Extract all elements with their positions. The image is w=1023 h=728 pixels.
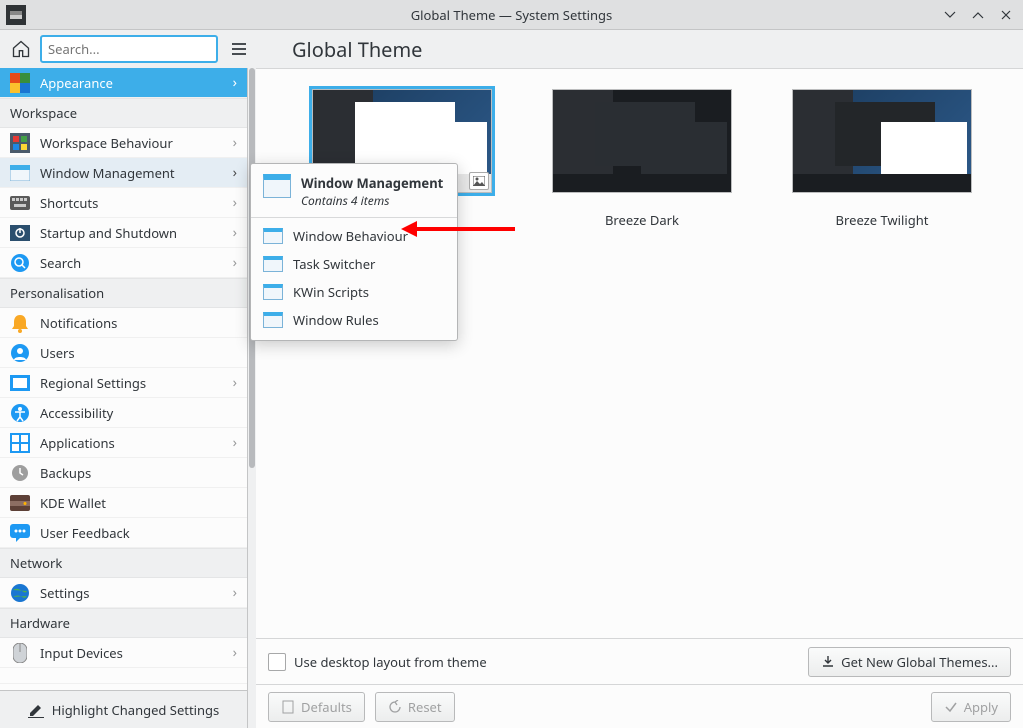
sidebar-item-input-devices[interactable]: Input Devices › <box>0 638 247 668</box>
window-icon <box>263 312 283 328</box>
wallet-icon <box>10 493 30 513</box>
sidebar-item-startup-shutdown[interactable]: Startup and Shutdown › <box>0 218 247 248</box>
sidebar-item-users[interactable]: Users <box>0 338 247 368</box>
preview-image-button[interactable] <box>469 172 489 190</box>
close-button[interactable] <box>999 8 1013 22</box>
sidebar-item-applications[interactable]: Applications › <box>0 428 247 458</box>
theme-breeze-dark[interactable]: Breeze Dark <box>552 89 732 229</box>
chevron-right-icon: › <box>233 193 237 212</box>
popup-header: Window Management Contains 4 items <box>251 170 457 218</box>
highlight-changed-button[interactable]: Highlight Changed Settings <box>0 690 247 728</box>
app-icon <box>6 5 26 25</box>
popup-item-kwin-scripts[interactable]: KWin Scripts <box>251 278 457 306</box>
popup-item-window-behaviour[interactable]: Window Behaviour <box>251 222 457 250</box>
apply-button[interactable]: Apply <box>931 692 1011 722</box>
window-management-icon <box>10 163 30 183</box>
backups-icon <box>10 463 30 483</box>
page-title: Global Theme <box>292 36 422 63</box>
popup-item-window-rules[interactable]: Window Rules <box>251 306 457 334</box>
sidebar-item-backups[interactable]: Backups <box>0 458 247 488</box>
chevron-right-icon: › <box>233 73 237 92</box>
workspace-behaviour-icon <box>10 133 30 153</box>
get-new-themes-button[interactable]: Get New Global Themes... <box>808 647 1011 677</box>
globe-icon <box>10 583 30 603</box>
window-title: Global Theme — System Settings <box>0 6 1023 24</box>
category-hardware: Hardware <box>0 608 247 638</box>
defaults-button[interactable]: Defaults <box>268 692 365 722</box>
mouse-icon <box>10 643 30 663</box>
accessibility-icon <box>10 403 30 423</box>
chevron-right-icon: › <box>233 583 237 602</box>
toolbar: Global Theme <box>0 30 1023 68</box>
applications-icon <box>10 433 30 453</box>
check-icon <box>944 700 958 714</box>
document-icon <box>281 700 295 714</box>
category-network: Network <box>0 548 247 578</box>
window-icon <box>263 256 283 272</box>
sidebar-label: Appearance <box>40 74 223 92</box>
sidebar-item-kde-wallet[interactable]: KDE Wallet <box>0 488 247 518</box>
theme-label: Breeze Dark <box>605 211 679 229</box>
category-workspace: Workspace <box>0 98 247 128</box>
sidebar-item-user-feedback[interactable]: User Feedback <box>0 518 247 548</box>
theme-thumbnail <box>792 89 972 193</box>
users-icon <box>10 343 30 363</box>
sidebar-item-shortcuts[interactable]: Shortcuts › <box>0 188 247 218</box>
window-icon <box>263 174 291 198</box>
options-bar: Use desktop layout from theme Get New Gl… <box>256 638 1023 684</box>
sidebar-item-regional[interactable]: Regional Settings › <box>0 368 247 398</box>
theme-label: Breeze Twilight <box>836 211 929 229</box>
window-icon <box>263 284 283 300</box>
sidebar-item-network-settings[interactable]: Settings › <box>0 578 247 608</box>
sidebar-item-search[interactable]: Search › <box>0 248 247 278</box>
appearance-icon <box>10 73 30 93</box>
chevron-right-icon: › <box>233 223 237 242</box>
popup-item-task-switcher[interactable]: Task Switcher <box>251 250 457 278</box>
maximize-button[interactable] <box>971 8 985 22</box>
chevron-right-icon: › <box>233 133 237 152</box>
chevron-right-icon: › <box>233 253 237 272</box>
sidebar: Appearance › Workspace Workspace Behavio… <box>0 68 248 728</box>
popup-subtitle: Contains 4 items <box>301 192 443 209</box>
search-icon <box>10 253 30 273</box>
sidebar-item-workspace-behaviour[interactable]: Workspace Behaviour › <box>0 128 247 158</box>
home-button[interactable] <box>8 36 34 62</box>
theme-thumbnail <box>552 89 732 193</box>
sidebar-item-window-management[interactable]: Window Management › <box>0 158 247 188</box>
window-icon <box>263 228 283 244</box>
sidebar-item-accessibility[interactable]: Accessibility <box>0 398 247 428</box>
search-input[interactable] <box>40 35 218 63</box>
sidebar-item-clipped[interactable] <box>0 668 247 684</box>
checkbox-icon <box>268 653 286 671</box>
highlighter-icon <box>28 702 44 718</box>
minimize-button[interactable] <box>943 8 957 22</box>
chevron-right-icon: › <box>233 163 237 182</box>
chevron-right-icon: › <box>233 643 237 662</box>
popup-title: Window Management <box>301 174 443 192</box>
notifications-icon <box>10 313 30 333</box>
reset-button[interactable]: Reset <box>375 692 455 722</box>
theme-breeze-twilight[interactable]: Breeze Twilight <box>792 89 972 229</box>
regional-icon <box>10 373 30 393</box>
window-management-popup: Window Management Contains 4 items Windo… <box>250 163 458 341</box>
reset-icon <box>388 700 402 714</box>
action-bar: Defaults Reset Apply <box>256 684 1023 728</box>
use-desktop-layout-checkbox[interactable]: Use desktop layout from theme <box>268 653 487 671</box>
sidebar-item-appearance[interactable]: Appearance › <box>0 68 247 98</box>
menu-button[interactable] <box>226 36 252 62</box>
sidebar-item-notifications[interactable]: Notifications <box>0 308 247 338</box>
chevron-right-icon: › <box>233 373 237 392</box>
download-icon <box>821 655 835 669</box>
chevron-right-icon: › <box>233 433 237 452</box>
startup-shutdown-icon <box>10 223 30 243</box>
category-personalisation: Personalisation <box>0 278 247 308</box>
feedback-icon <box>10 523 30 543</box>
shortcuts-icon <box>10 193 30 213</box>
titlebar: Global Theme — System Settings <box>0 0 1023 30</box>
